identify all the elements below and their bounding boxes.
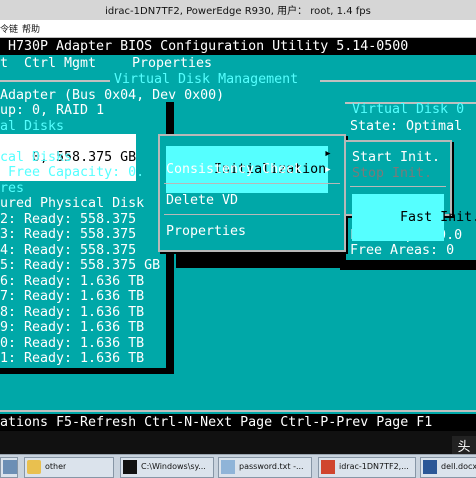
- taskbar-item-word[interactable]: dell.docx: [420, 457, 476, 478]
- bios-header-title: H730P Adapter BIOS Configuration Utility…: [8, 39, 409, 54]
- physical-disks-label: cal Disks: [0, 150, 73, 165]
- disk-row[interactable]: 4: Ready: 558.375: [0, 243, 136, 259]
- res-label: res: [0, 181, 25, 196]
- taskbar-item-label: password.txt -...: [239, 462, 304, 471]
- submenu-item-fast-init-label: Fast Init.: [400, 209, 476, 225]
- terminal-icon: [123, 460, 137, 474]
- submenu-item-stop-init[interactable]: Stop Init.: [352, 166, 432, 182]
- panel-frame-bottom: [0, 410, 476, 412]
- popup-divider: [164, 214, 340, 215]
- popup-item-consistency-check[interactable]: Consistency Check: [166, 162, 302, 178]
- free-capacity-line[interactable]: Free Capacity: 0.: [0, 165, 144, 181]
- window-titlebar: idrac-1DN7TF2, PowerEdge R930, 用户： root,…: [0, 0, 476, 20]
- bios-menu-ctrl-mgmt[interactable]: Ctrl Mgmt: [24, 56, 96, 72]
- word-icon: [423, 460, 437, 474]
- initialization-arrow-icon: ▸: [324, 146, 333, 161]
- consistency-arrow-icon: ▸: [324, 162, 333, 177]
- adapter-line[interactable]: Adapter (Bus 0x04, Dev 0x00): [0, 88, 224, 104]
- taskbar-item-idrac[interactable]: idrac-1DN7TF2,...: [318, 457, 416, 478]
- watermark-logo: 头: [452, 436, 476, 455]
- popup-item-properties[interactable]: Properties: [166, 224, 246, 240]
- virtual-disks-label: al Disks: [0, 119, 65, 134]
- bios-console-screen: H730P Adapter BIOS Configuration Utility…: [0, 38, 476, 448]
- taskbar-item-label: dell.docx: [441, 462, 476, 471]
- submenu-divider: [350, 186, 446, 187]
- taskbar-item-other[interactable]: other: [24, 457, 114, 478]
- right-panel-shadow: [346, 260, 476, 270]
- viewer-bottom-strip: [0, 431, 476, 454]
- initialization-submenu: Start Init. Stop Init. Fast Init.: [344, 140, 476, 241]
- popup-item-delete-vd[interactable]: Delete VD: [166, 193, 238, 209]
- bios-menu-item-partial[interactable]: t: [0, 56, 8, 72]
- disk-row[interactable]: 9: Ready: 1.636 TB: [0, 320, 144, 336]
- disk-row[interactable]: 1: Ready: 1.636 TB: [0, 351, 144, 367]
- bios-menu-properties[interactable]: Properties: [132, 56, 212, 72]
- disk-row[interactable]: 6: Ready: 1.636 TB: [0, 274, 144, 290]
- java-app-icon: [321, 460, 335, 474]
- app-menu-bar: 令链 帮助: [0, 20, 476, 38]
- right-panel-state: State: Optimal: [350, 119, 463, 134]
- folder-icon: [27, 460, 41, 474]
- taskbar-item-cmd[interactable]: C:\Windows\sy...: [120, 457, 214, 478]
- submenu-item-start-init[interactable]: Start Init.: [352, 150, 440, 166]
- configured-pd-label[interactable]: ured Physical Disk: [0, 196, 144, 212]
- taskbar-item-notepad[interactable]: password.txt -...: [218, 457, 312, 478]
- taskbar-item-start[interactable]: [0, 457, 18, 478]
- vd-operations-popup: Initialization ▸ Consistency Check ▸ Del…: [158, 134, 346, 252]
- disk-row[interactable]: 2: Ready: 558.375: [0, 212, 136, 228]
- panel-title: Virtual Disk Management: [114, 72, 299, 87]
- right-panel-free-areas: Free Areas: 0: [350, 243, 455, 258]
- app-menu-item-commands[interactable]: 令链: [0, 22, 18, 35]
- window-title: idrac-1DN7TF2, PowerEdge R930, 用户： root,…: [105, 6, 371, 17]
- taskbar-item-label: C:\Windows\sy...: [141, 462, 206, 471]
- tree-shadow-bottom: [0, 368, 174, 374]
- status-bar-text: ations F5-Refresh Ctrl-N-Next Page Ctrl-…: [0, 415, 433, 430]
- submenu-item-fast-init[interactable]: Fast Init.: [352, 194, 476, 241]
- right-panel-title: Virtual Disk 0: [352, 102, 465, 117]
- start-icon: [3, 460, 17, 474]
- disk-row[interactable]: 3: Ready: 558.375: [0, 227, 136, 243]
- disk-row[interactable]: 7: Ready: 1.636 TB: [0, 289, 144, 305]
- disk-row[interactable]: 5: Ready: 558.375 GB: [0, 258, 160, 274]
- disk-group-line[interactable]: up: 0, RAID 1: [0, 103, 104, 119]
- popup-shadow: [176, 252, 346, 268]
- popup-divider: [164, 183, 340, 184]
- os-taskbar: other C:\Windows\sy... password.txt -...…: [0, 454, 476, 478]
- app-menu-item-help[interactable]: 帮助: [22, 22, 40, 35]
- taskbar-item-label: other: [45, 462, 67, 471]
- disk-row[interactable]: 8: Ready: 1.636 TB: [0, 305, 144, 321]
- disk-row[interactable]: 0: Ready: 1.636 TB: [0, 336, 144, 352]
- taskbar-item-label: idrac-1DN7TF2,...: [339, 462, 409, 471]
- panel-frame-top: [0, 80, 110, 82]
- notepad-icon: [221, 460, 235, 474]
- panel-frame-top-right: [320, 80, 476, 82]
